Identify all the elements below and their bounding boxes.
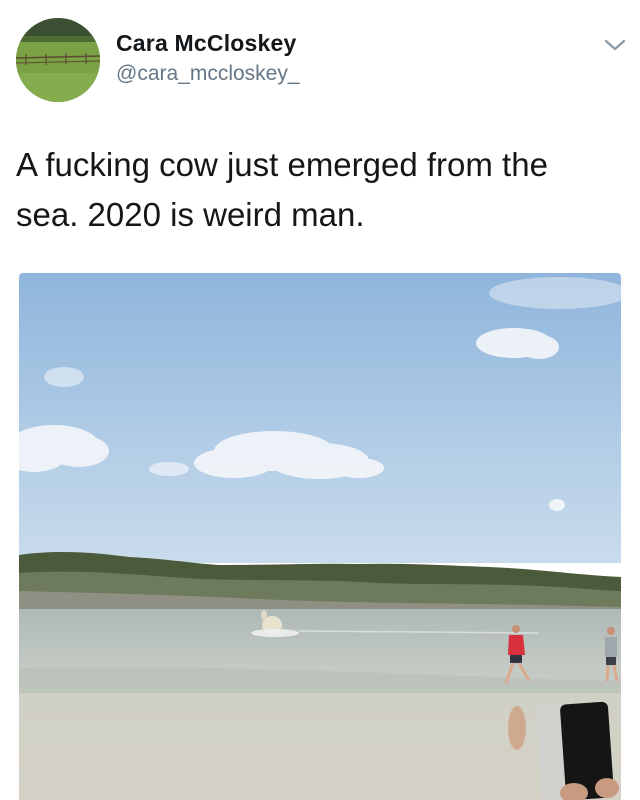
display-name[interactable]: Cara McCloskey xyxy=(116,30,297,57)
tweet-photo[interactable] xyxy=(19,273,621,800)
tweet-text-line-2: sea. 2020 is weird man. xyxy=(16,196,365,233)
tweet-card: Cara McCloskey @cara_mccloskey_ A fuckin… xyxy=(0,0,640,800)
tweet-text-line-1: A fucking cow just emerged from the xyxy=(16,146,548,183)
phone-in-hand xyxy=(536,701,619,800)
user-handle[interactable]: @cara_mccloskey_ xyxy=(116,62,300,86)
avatar[interactable] xyxy=(16,18,100,102)
tweet-text: A fucking cow just emerged from the sea.… xyxy=(16,140,616,240)
chevron-down-icon[interactable] xyxy=(604,38,626,52)
